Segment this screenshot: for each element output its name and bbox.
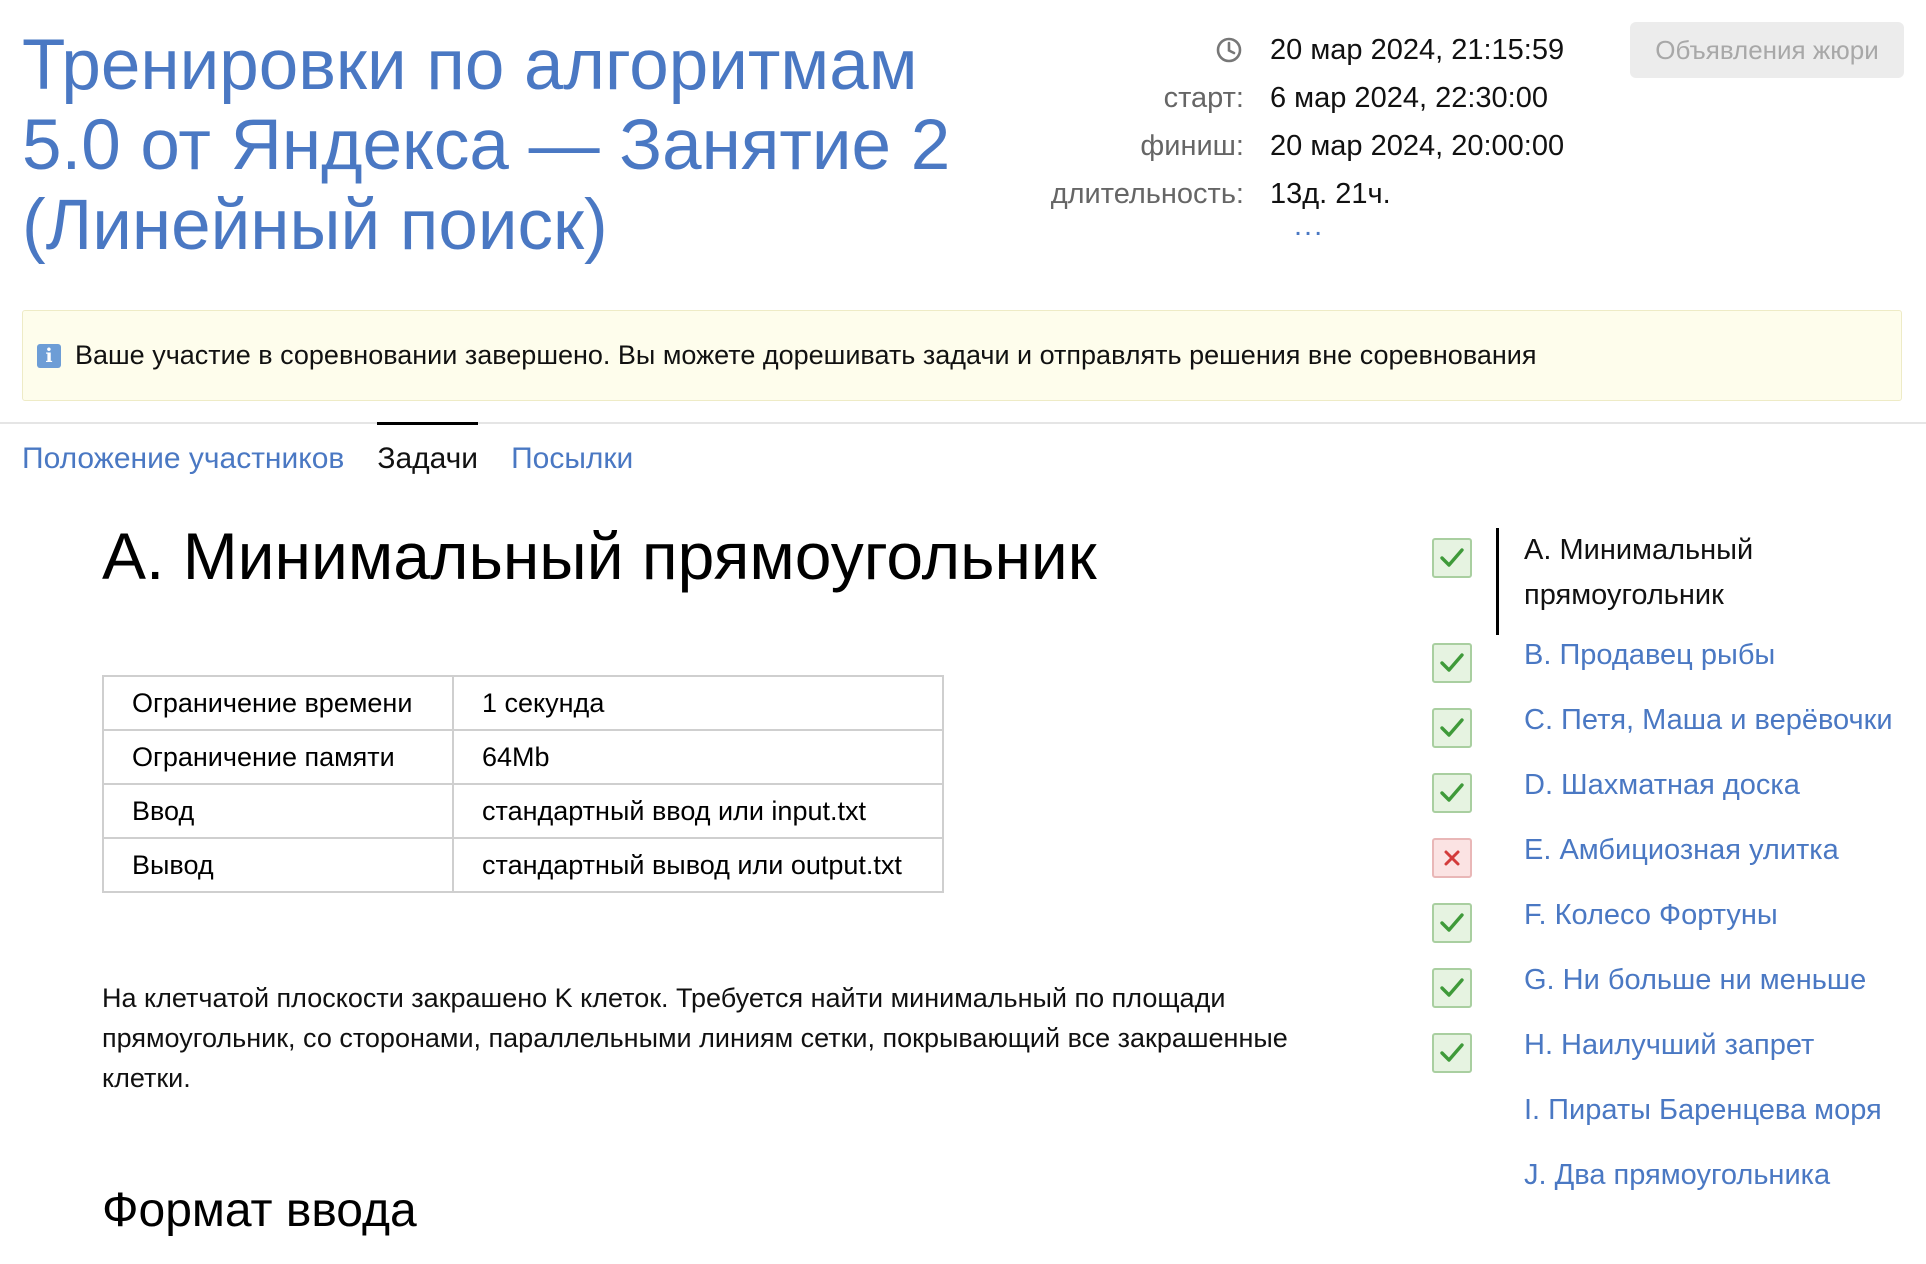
problem-list-item-g[interactable]: G. Ни больше ни меньше: [1432, 958, 1902, 1008]
tab-problems[interactable]: Задачи: [377, 422, 478, 484]
problem-link[interactable]: C. Петя, Маша и верёвочки: [1524, 698, 1894, 743]
problem-title: A. Минимальный прямоугольник: [102, 519, 1097, 593]
problem-link[interactable]: A. Минимальный прямоугольник: [1524, 528, 1894, 618]
status-ok-icon: [1432, 538, 1472, 578]
problem-list-item-f[interactable]: F. Колесо Фортуны: [1432, 893, 1902, 943]
problem-link[interactable]: J. Два прямоугольника: [1524, 1153, 1894, 1198]
contest-page: Тренировки по алгоритмам 5.0 от Яндекса …: [0, 0, 1926, 1264]
duration-label: длительность:: [1050, 178, 1244, 210]
limit-key: Ввод: [102, 783, 454, 839]
problem-list-item-j[interactable]: J. Два прямоугольника: [1432, 1153, 1902, 1203]
table-row: Ограничение памяти 64Mb: [102, 729, 944, 785]
status-empty: [1432, 1098, 1472, 1138]
input-format-heading: Формат ввода: [102, 1184, 417, 1237]
limit-value: 1 секунда: [452, 675, 944, 731]
status-ok-icon: [1432, 708, 1472, 748]
start-label: старт:: [1163, 82, 1244, 114]
tab-standings[interactable]: Положение участников: [22, 422, 344, 484]
jury-announcements-button[interactable]: Объявления жюри: [1630, 22, 1904, 78]
problem-statement: На клетчатой плоскости закрашено K клето…: [102, 983, 1288, 1093]
problem-list-item-b[interactable]: B. Продавец рыбы: [1432, 633, 1902, 683]
limit-value: стандартный ввод или input.txt: [452, 783, 944, 839]
finish-time-row: финиш: 20 мар 2024, 20:00:00: [1060, 122, 1590, 170]
problem-list-item-i[interactable]: I. Пираты Баренцева моря: [1432, 1088, 1902, 1138]
finish-time: 20 мар 2024, 20:00:00: [1270, 130, 1565, 162]
start-time-row: старт: 6 мар 2024, 22:30:00: [1060, 74, 1590, 122]
problem-link[interactable]: E. Амбициозная улитка: [1524, 828, 1894, 873]
contest-times: 20 мар 2024, 21:15:59 старт: 6 мар 2024,…: [1050, 26, 1590, 218]
problem-list-item-a[interactable]: A. Минимальный прямоугольник: [1432, 528, 1902, 635]
finish-label: финиш:: [1140, 130, 1244, 162]
problem-link[interactable]: I. Пираты Баренцева моря: [1524, 1088, 1894, 1133]
status-ok-icon: [1432, 773, 1472, 813]
current-time: 20 мар 2024, 21:15:59: [1270, 34, 1565, 66]
problem-list-item-d[interactable]: D. Шахматная доска: [1432, 763, 1902, 813]
problem-link[interactable]: G. Ни больше ни меньше: [1524, 958, 1894, 1003]
problem-link[interactable]: H. Наилучший запрет: [1524, 1023, 1894, 1068]
contest-title[interactable]: Тренировки по алгоритмам 5.0 от Яндекса …: [22, 26, 1022, 266]
duration-value: 13д. 21ч.: [1270, 178, 1391, 210]
status-ok-icon: [1432, 1033, 1472, 1073]
status-ok-icon: [1432, 903, 1472, 943]
tab-submissions[interactable]: Посылки: [511, 422, 633, 484]
table-row: Вывод стандартный вывод или output.txt: [102, 837, 944, 893]
problem-list: A. Минимальный прямоугольник B. Продавец…: [1432, 528, 1902, 1203]
problem-list-item-h[interactable]: H. Наилучший запрет: [1432, 1023, 1902, 1073]
status-ok-icon: [1432, 968, 1472, 1008]
status-empty: [1432, 1163, 1472, 1203]
table-row: Ввод стандартный ввод или input.txt: [102, 783, 944, 839]
current-time-row: 20 мар 2024, 21:15:59: [1060, 26, 1590, 74]
limit-value: стандартный вывод или output.txt: [452, 837, 944, 893]
notice-text: Ваше участие в соревновании завершено. В…: [75, 340, 1537, 370]
table-row: Ограничение времени 1 секунда: [102, 675, 944, 731]
more-times-link[interactable]: ...: [1294, 210, 1324, 243]
problem-list-item-e[interactable]: E. Амбициозная улитка: [1432, 828, 1902, 878]
problem-link[interactable]: B. Продавец рыбы: [1524, 633, 1894, 678]
limit-key: Ограничение памяти: [102, 729, 454, 785]
problem-link[interactable]: D. Шахматная доска: [1524, 763, 1894, 808]
status-ok-icon: [1432, 643, 1472, 683]
limit-key: Ограничение времени: [102, 675, 454, 731]
limits-table: Ограничение времени 1 секунда Ограничени…: [102, 675, 944, 893]
problem-list-item-c[interactable]: C. Петя, Маша и верёвочки: [1432, 698, 1902, 748]
start-time: 6 мар 2024, 22:30:00: [1270, 82, 1548, 114]
clock-icon: [1216, 37, 1242, 63]
status-fail-icon: [1432, 838, 1472, 878]
problem-link[interactable]: F. Колесо Фортуны: [1524, 893, 1894, 938]
info-icon: i: [37, 343, 61, 368]
limit-value: 64Mb: [452, 729, 944, 785]
limit-key: Вывод: [102, 837, 454, 893]
contest-tabs: Положение участников Задачи Посылки: [22, 422, 666, 484]
duration-row: длительность: 13д. 21ч.: [1050, 170, 1590, 218]
participation-notice: i Ваше участие в соревновании завершено.…: [22, 310, 1902, 401]
